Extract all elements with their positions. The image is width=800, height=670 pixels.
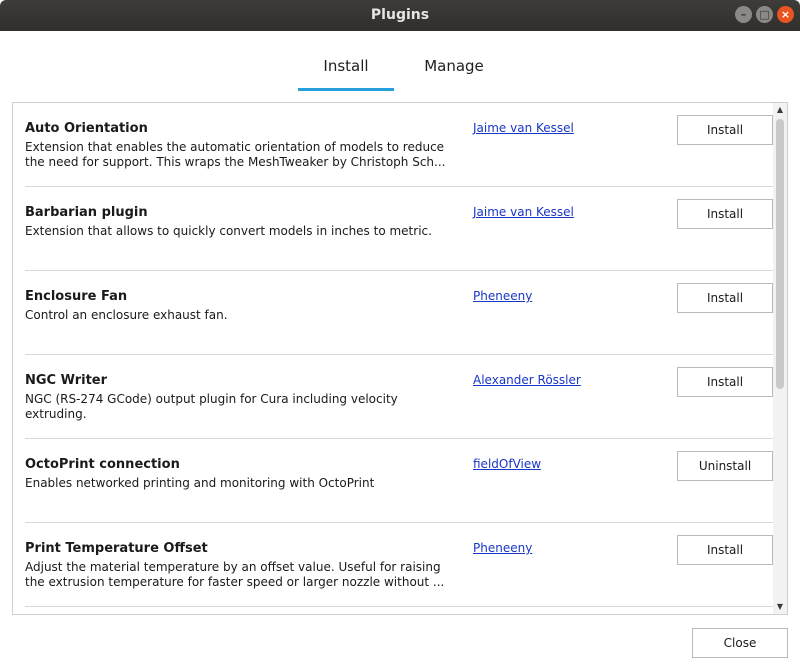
plugin-author-link[interactable]: Pheneeny (473, 289, 532, 303)
plugin-author-link[interactable]: Jaime van Kessel (473, 121, 574, 135)
plugin-row-enclosure-fan: Enclosure Fan Control an enclosure exhau… (25, 271, 773, 355)
plugins-dialog: Plugins – □ × Install Manage Auto Orient… (0, 0, 800, 670)
maximize-button[interactable]: □ (756, 6, 773, 23)
tab-manage[interactable]: Manage (405, 55, 503, 91)
close-window-button[interactable]: × (777, 6, 794, 23)
scroll-thumb[interactable] (776, 119, 784, 389)
plugin-description: Enables networked printing and monitorin… (25, 476, 375, 490)
plugin-list: Auto Orientation Extension that enables … (12, 102, 788, 615)
tab-install[interactable]: Install (298, 55, 394, 91)
scroll-down-arrow-icon[interactable]: ▼ (773, 600, 787, 614)
plugin-name: Print Temperature Offset (25, 541, 208, 556)
scroll-up-arrow-icon[interactable]: ▲ (773, 103, 787, 117)
plugin-name: Auto Orientation (25, 121, 148, 136)
plugin-author-link[interactable]: Pheneeny (473, 541, 532, 555)
active-tab-indicator (298, 88, 394, 91)
plugin-row-print-temperature-offset: Print Temperature Offset Adjust the mate… (25, 523, 773, 607)
tab-bar: Install Manage (0, 31, 800, 101)
close-button[interactable]: Close (692, 628, 788, 658)
plugin-description: Control an enclosure exhaust fan. (25, 308, 228, 322)
plugin-description: Extension that enables the automatic ori… (25, 140, 446, 169)
plugin-row-auto-orientation: Auto Orientation Extension that enables … (25, 103, 773, 187)
plugin-row-barbarian-plugin: Barbarian plugin Extension that allows t… (25, 187, 773, 271)
plugin-name: Enclosure Fan (25, 289, 128, 304)
row-divider (25, 606, 773, 607)
plugin-description: Adjust the material temperature by an of… (25, 560, 445, 589)
plugin-row-ngc-writer: NGC Writer NGC (RS-274 GCode) output plu… (25, 355, 773, 439)
window-title: Plugins (370, 7, 430, 23)
plugin-description: NGC (RS-274 GCode) output plugin for Cur… (25, 392, 398, 421)
title-bar[interactable]: Plugins – □ × (0, 0, 800, 31)
plugin-row-octoprint-connection: OctoPrint connection Enables networked p… (25, 439, 773, 523)
install-button[interactable]: Install (677, 535, 773, 565)
plugin-author-link[interactable]: Alexander Rössler (473, 373, 581, 387)
plugin-author-link[interactable]: Jaime van Kessel (473, 205, 574, 219)
tab-manage-label: Manage (424, 57, 484, 75)
plugin-description: Extension that allows to quickly convert… (25, 224, 432, 238)
vertical-scrollbar[interactable]: ▲ ▼ (773, 103, 787, 614)
install-button[interactable]: Install (677, 115, 773, 145)
window-controls: – □ × (735, 6, 794, 23)
plugin-name: NGC Writer (25, 373, 108, 388)
uninstall-button[interactable]: Uninstall (677, 451, 773, 481)
plugin-author-link[interactable]: fieldOfView (473, 457, 541, 471)
plugin-name: Barbarian plugin (25, 205, 148, 220)
tab-install-label: Install (323, 57, 369, 75)
install-button[interactable]: Install (677, 199, 773, 229)
install-button[interactable]: Install (677, 283, 773, 313)
minimize-button[interactable]: – (735, 6, 752, 23)
plugin-name: OctoPrint connection (25, 457, 180, 472)
install-button[interactable]: Install (677, 367, 773, 397)
